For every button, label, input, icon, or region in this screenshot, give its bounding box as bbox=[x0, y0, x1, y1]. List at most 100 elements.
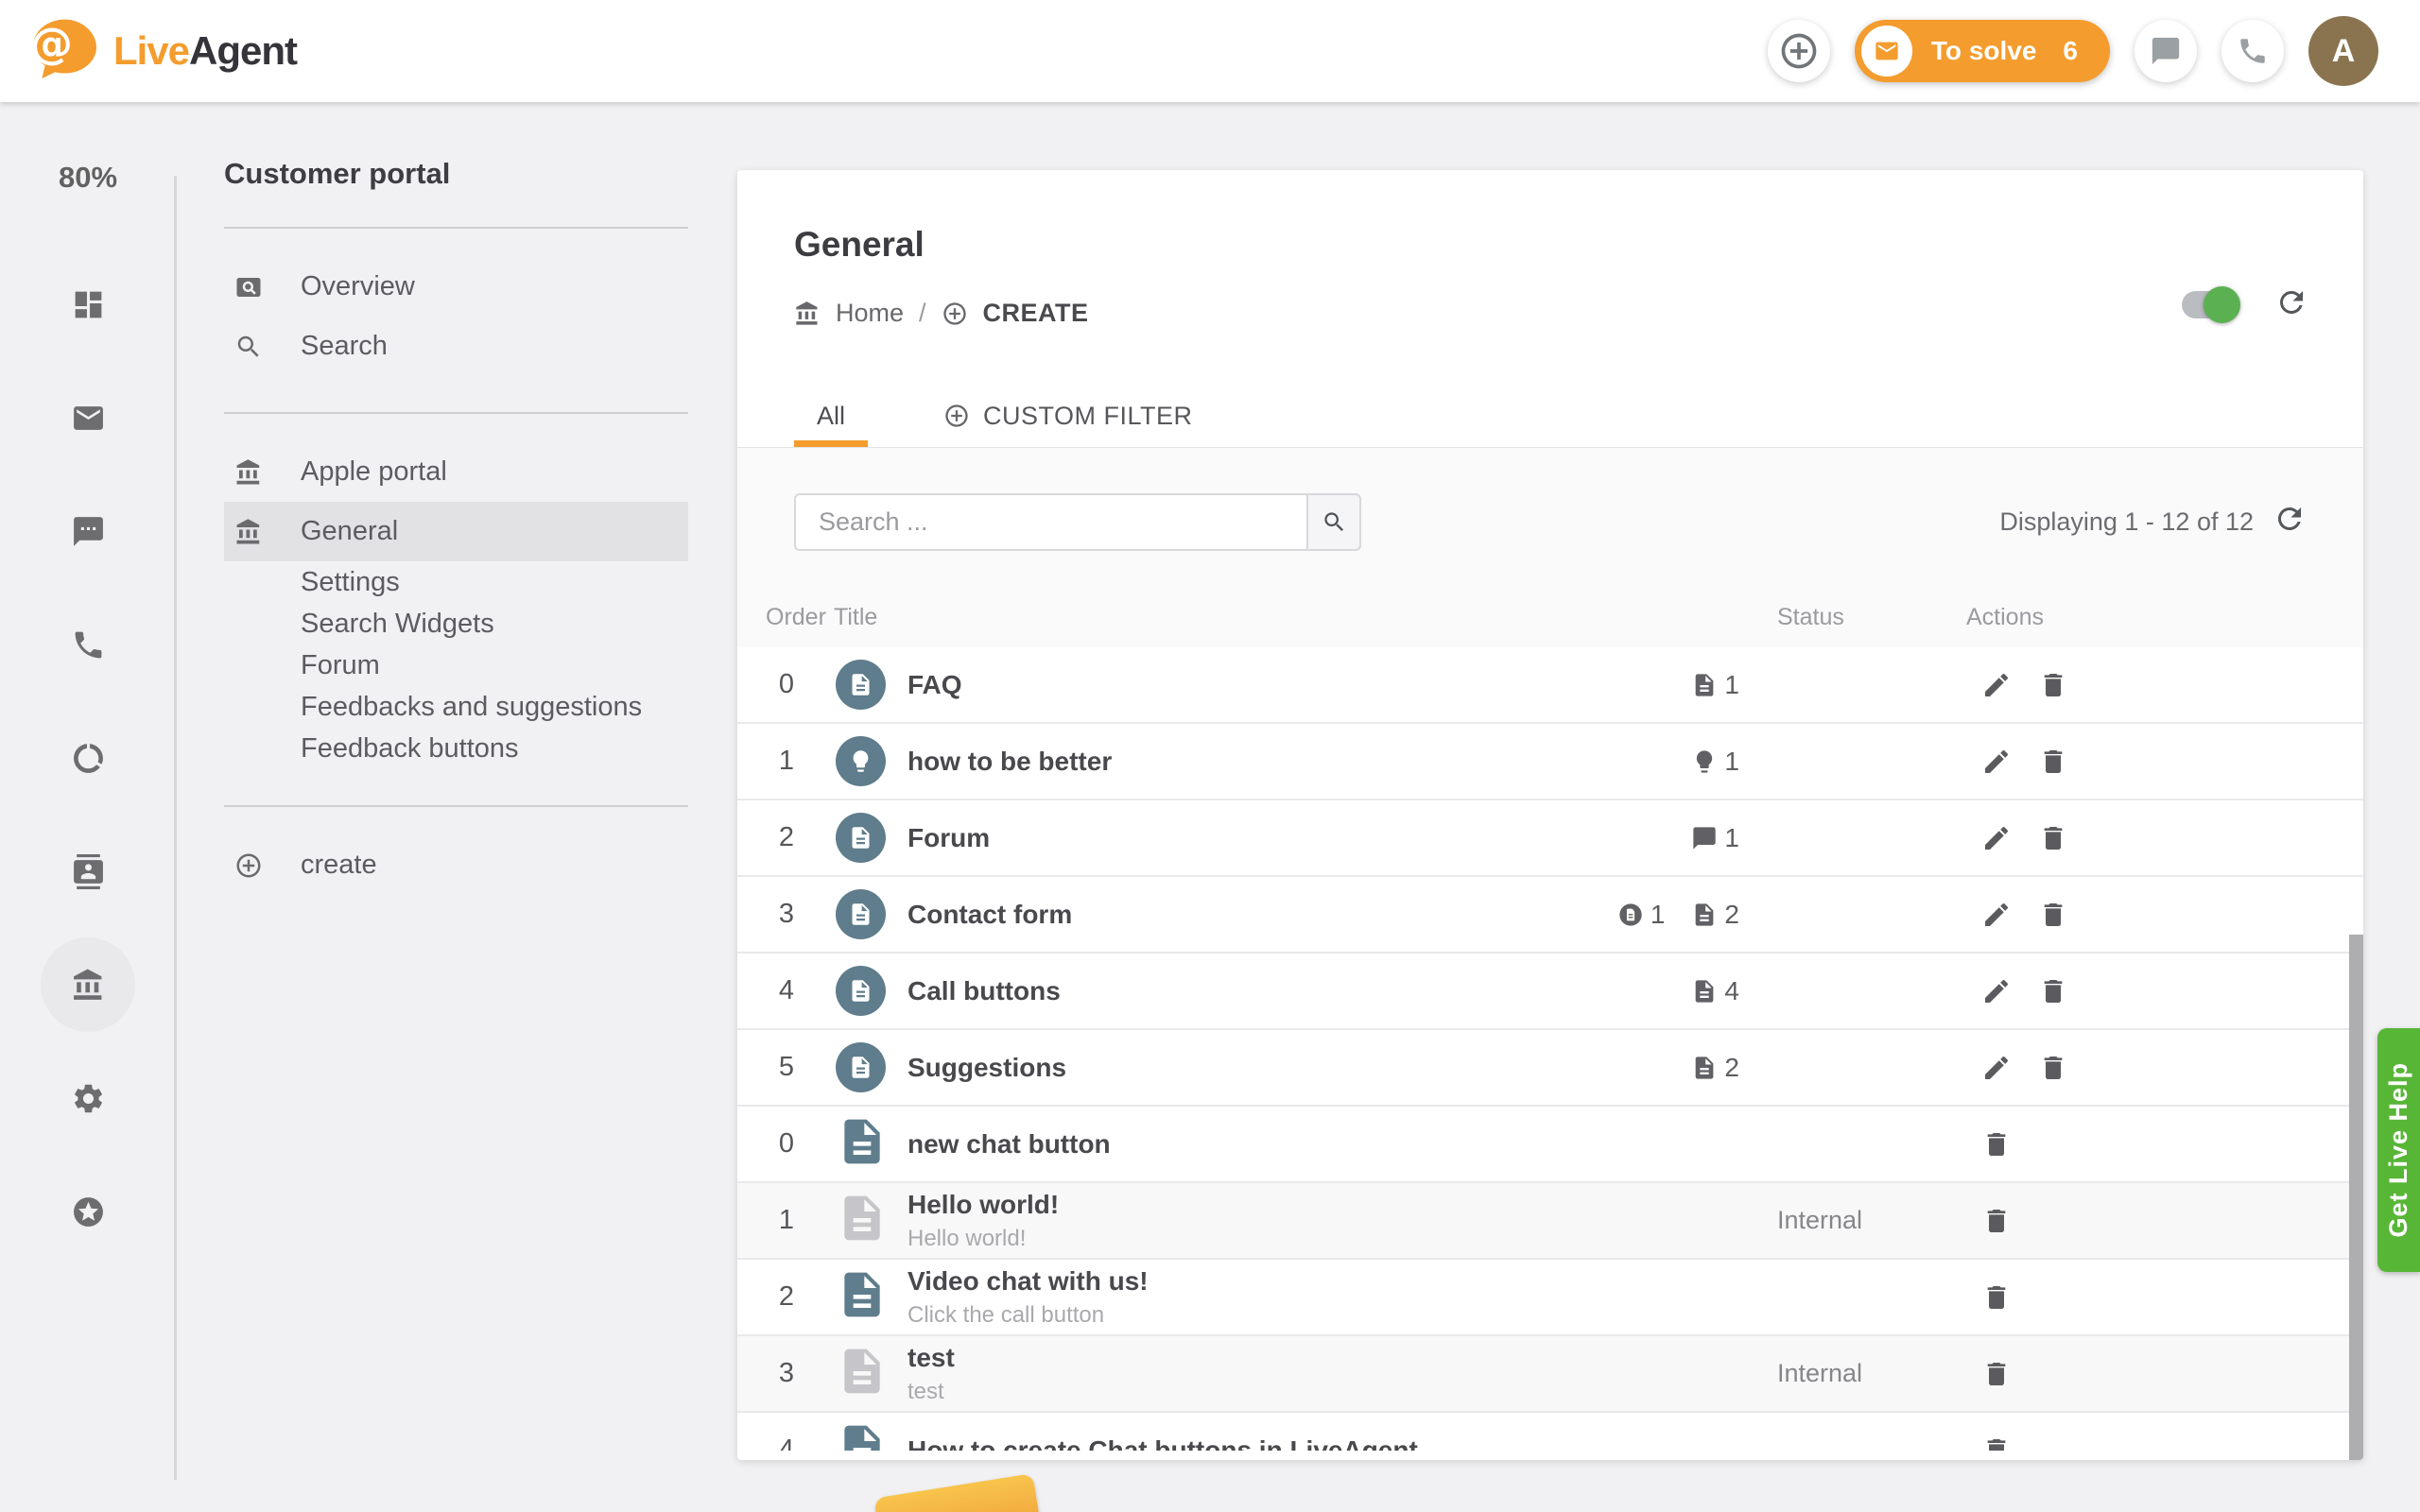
calls-button[interactable] bbox=[2221, 20, 2284, 82]
delete-button[interactable] bbox=[1981, 1129, 2012, 1160]
sidebar-item-label: Feedbacks and suggestions bbox=[301, 692, 642, 723]
tab-custom-filter[interactable]: CUSTOM FILTER bbox=[921, 385, 1216, 447]
delete-button[interactable] bbox=[1981, 1282, 2012, 1313]
row-title[interactable]: test bbox=[908, 1343, 1550, 1373]
delete-button[interactable] bbox=[2038, 1053, 2068, 1083]
sidebar-item-create[interactable]: create bbox=[224, 835, 688, 895]
to-solve-button[interactable]: To solve 6 bbox=[1855, 20, 2110, 82]
bulb-icon bbox=[848, 748, 873, 774]
edit-button[interactable] bbox=[1981, 823, 2012, 853]
delete-button[interactable] bbox=[2038, 823, 2068, 853]
table-row: 2Forum1 bbox=[737, 800, 2363, 877]
rail-item-dashboard[interactable] bbox=[31, 248, 145, 361]
sidebar-item-forum[interactable]: Forum bbox=[224, 644, 688, 686]
refresh-button[interactable] bbox=[2274, 285, 2308, 324]
sidebar-section-1: Overview Search bbox=[224, 257, 688, 376]
sidebar-item-feedbacks-and-suggestions[interactable]: Feedbacks and suggestions bbox=[224, 686, 688, 728]
search-button[interactable] bbox=[1306, 493, 1361, 551]
rail-item-reports[interactable] bbox=[31, 701, 145, 815]
phone-icon bbox=[71, 627, 106, 662]
quick-add-button[interactable] bbox=[1768, 20, 1830, 82]
rail-item-customer-portal[interactable] bbox=[31, 928, 145, 1041]
row-title[interactable]: Video chat with us! bbox=[908, 1266, 1550, 1297]
row-title[interactable]: FAQ bbox=[908, 670, 1550, 700]
row-title[interactable]: Call buttons bbox=[908, 976, 1550, 1006]
table-row: 4Call buttons4 bbox=[737, 954, 2363, 1030]
contacts-icon bbox=[71, 854, 106, 889]
article-file-icon bbox=[836, 1115, 889, 1173]
row-status: Internal bbox=[1739, 1359, 1976, 1388]
row-title[interactable]: new chat button bbox=[908, 1129, 1550, 1160]
chats-button[interactable] bbox=[2135, 20, 2197, 82]
rail-items bbox=[31, 248, 145, 1268]
article-file-icon bbox=[836, 1268, 889, 1326]
rail-item-calls[interactable] bbox=[31, 588, 145, 701]
delete-button[interactable] bbox=[1981, 1359, 2012, 1389]
doc-circle-icon bbox=[836, 966, 886, 1016]
enabled-toggle[interactable] bbox=[2182, 291, 2237, 318]
sidebar-item-search-widgets[interactable]: Search Widgets bbox=[224, 603, 688, 644]
row-title[interactable]: How to create Chat buttons in LiveAgent bbox=[908, 1435, 1550, 1452]
breadcrumb-home[interactable]: Home bbox=[836, 299, 904, 328]
count-value: 1 bbox=[1724, 670, 1739, 700]
delete-button[interactable] bbox=[2038, 976, 2068, 1006]
rail-item-contacts[interactable] bbox=[31, 815, 145, 928]
row-avatar bbox=[836, 1268, 908, 1326]
row-subtitle: Click the call button bbox=[908, 1302, 1550, 1329]
search-input[interactable] bbox=[794, 493, 1306, 551]
rail-item-tickets[interactable] bbox=[31, 361, 145, 474]
sidebar-item-overview[interactable]: Overview bbox=[224, 257, 688, 317]
sidebar-item-search[interactable]: Search bbox=[224, 317, 688, 376]
row-title[interactable]: Suggestions bbox=[908, 1053, 1550, 1083]
breadcrumb-create[interactable]: CREATE bbox=[983, 299, 1089, 328]
edit-button[interactable] bbox=[1981, 976, 2012, 1006]
sidebar-item-label: Search bbox=[301, 331, 388, 362]
get-live-help-tab[interactable]: Get Live Help bbox=[2377, 1028, 2420, 1272]
delete-button[interactable] bbox=[1981, 1435, 2012, 1452]
table-row: 1Hello world!Hello world!Internal bbox=[737, 1183, 2363, 1260]
toggle-knob bbox=[2204, 286, 2240, 323]
row-avatar bbox=[836, 1345, 908, 1402]
rail-item-configuration[interactable] bbox=[31, 1041, 145, 1155]
row-order: 0 bbox=[737, 669, 836, 700]
usage-badge: 80% bbox=[59, 161, 117, 195]
row-title-cell: Forum bbox=[908, 823, 1550, 853]
pencil-icon bbox=[1981, 823, 2012, 853]
user-avatar[interactable]: A bbox=[2308, 16, 2378, 86]
breadcrumb-separator: / bbox=[919, 299, 926, 328]
edit-button[interactable] bbox=[1981, 670, 2012, 700]
icon-rail: 80% bbox=[0, 102, 176, 1512]
delete-button[interactable] bbox=[2038, 747, 2068, 777]
trash-icon bbox=[1981, 1129, 2012, 1160]
delete-button[interactable] bbox=[1981, 1206, 2012, 1236]
table-row: 4How to create Chat buttons in LiveAgent bbox=[737, 1413, 2363, 1451]
rail-item-chats[interactable] bbox=[31, 474, 145, 588]
delete-button[interactable] bbox=[2038, 900, 2068, 930]
edit-button[interactable] bbox=[1981, 900, 2012, 930]
delete-button[interactable] bbox=[2038, 670, 2068, 700]
trash-icon bbox=[2038, 976, 2068, 1006]
row-title[interactable]: Contact form bbox=[908, 900, 1550, 930]
edit-button[interactable] bbox=[1981, 1053, 2012, 1083]
table-refresh-button[interactable] bbox=[2273, 502, 2307, 542]
row-title[interactable]: how to be better bbox=[908, 747, 1550, 777]
chat-icon bbox=[71, 514, 106, 549]
row-title[interactable]: Hello world! bbox=[908, 1190, 1550, 1220]
sidebar-item-apple-portal[interactable]: Apple portal bbox=[224, 442, 688, 502]
sidebar-item-general[interactable]: General bbox=[224, 502, 688, 561]
tab-all[interactable]: All bbox=[794, 385, 868, 447]
rail-item-gamification[interactable] bbox=[31, 1155, 145, 1268]
table-scrollbar[interactable] bbox=[2349, 935, 2363, 1460]
doc-icon bbox=[1691, 902, 1718, 928]
row-title[interactable]: Forum bbox=[908, 823, 1550, 853]
count-doc: 4 bbox=[1691, 976, 1739, 1006]
chat-widget-peek[interactable] bbox=[873, 1473, 1041, 1512]
count-circledoc: 1 bbox=[1617, 900, 1666, 930]
table-section: Displaying 1 - 12 of 12 Order Title Stat… bbox=[737, 447, 2363, 1443]
sidebar-item-feedback-buttons[interactable]: Feedback buttons bbox=[224, 728, 688, 769]
edit-button[interactable] bbox=[1981, 747, 2012, 777]
article-file-icon bbox=[836, 1345, 889, 1402]
sidebar-item-settings[interactable]: Settings bbox=[224, 561, 688, 603]
doc-icon bbox=[848, 902, 873, 927]
count-value: 1 bbox=[1651, 900, 1666, 930]
